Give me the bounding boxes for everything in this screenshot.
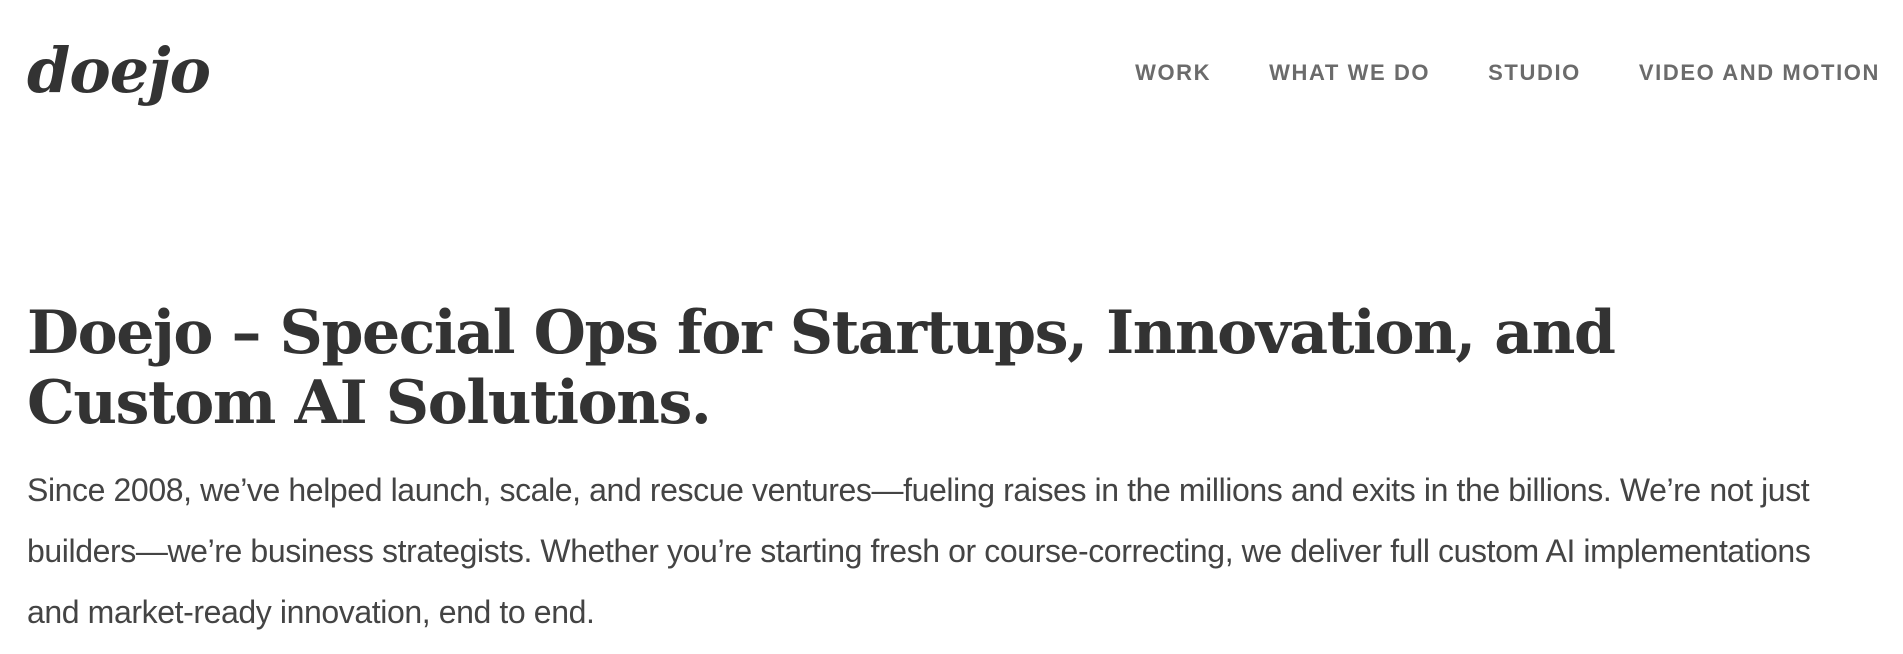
nav-item-video-and-motion: VIDEO AND MOTION: [1639, 60, 1880, 86]
nav-link-video-and-motion[interactable]: VIDEO AND MOTION: [1639, 60, 1880, 85]
nav-link-what-we-do[interactable]: WHAT WE DO: [1269, 60, 1430, 85]
doejo-logo-link[interactable]: doejo: [27, 26, 211, 116]
main-navigation: WORK WHAT WE DO STUDIO VIDEO AND MOTION: [1135, 60, 1880, 86]
nav-item-studio: STUDIO: [1488, 60, 1581, 86]
nav-item-what-we-do: WHAT WE DO: [1269, 60, 1430, 86]
nav-link-work[interactable]: WORK: [1135, 60, 1211, 85]
hero-description: Since 2008, we’ve helped launch, scale, …: [27, 472, 1811, 630]
site-header: doejo WORK WHAT WE DO STUDIO VIDEO AND M…: [0, 0, 1903, 150]
nav-item-work: WORK: [1135, 60, 1211, 86]
nav-link-studio[interactable]: STUDIO: [1488, 60, 1581, 85]
page-title: Doejo – Special Ops for Startups, Innova…: [27, 298, 1616, 438]
hero-section: Doejo – Special Ops for Startups, Innova…: [27, 298, 1827, 643]
